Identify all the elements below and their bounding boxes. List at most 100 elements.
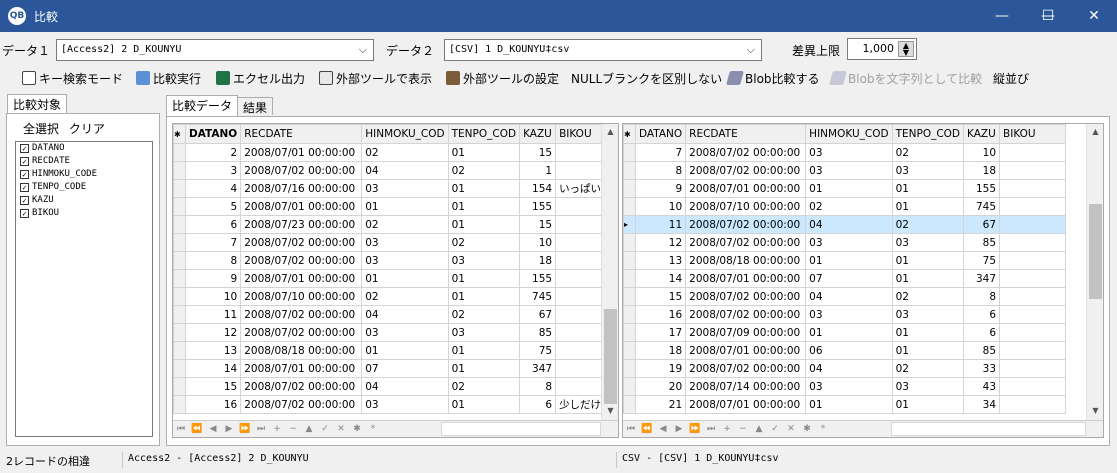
column-checkbox[interactable]: ✓ RECDATE xyxy=(16,155,152,168)
table-cell[interactable]: 2008/08/18 00:00:00 xyxy=(240,341,363,360)
table-cell[interactable]: 2008/07/14 00:00:00 xyxy=(685,377,807,396)
table-cell[interactable]: 01 xyxy=(447,269,521,288)
table-cell[interactable]: 8 xyxy=(519,377,557,396)
table-cell[interactable]: 2008/07/01 00:00:00 xyxy=(240,269,363,288)
row-selector[interactable] xyxy=(173,269,186,288)
table-cell[interactable]: 15 xyxy=(184,377,242,396)
right-data-grid[interactable]: ✱ DATANO RECDATE HINMOKU_COD TENPO_COD KAZU BI… xyxy=(622,123,1104,438)
table-cell[interactable]: 12 xyxy=(634,233,687,252)
table-cell[interactable]: 2008/07/02 00:00:00 xyxy=(685,287,807,306)
right-vertical-scrollbar[interactable]: ▲ ▼ xyxy=(1086,124,1103,421)
table-cell[interactable]: 07 xyxy=(805,269,893,288)
table-cell[interactable]: 6 xyxy=(963,305,1001,324)
row-selector[interactable] xyxy=(173,233,186,252)
table-cell[interactable]: 11 xyxy=(184,305,242,324)
table-cell[interactable]: 2008/07/09 00:00:00 xyxy=(685,323,807,342)
table-cell[interactable]: 01 xyxy=(891,341,965,360)
column-header[interactable]: HINMOKU_COD xyxy=(361,124,449,144)
table-cell[interactable]: 04 xyxy=(805,287,893,306)
table-cell[interactable]: 85 xyxy=(519,323,557,342)
table-cell[interactable]: 03 xyxy=(361,179,449,198)
table-row[interactable]: 8 2008/07/02 00:00:00 03 03 18 xyxy=(173,251,616,270)
table-row[interactable]: 16 2008/07/02 00:00:00 03 01 6 少しだけ xyxy=(173,395,616,414)
table-row[interactable]: 14 2008/07/01 00:00:00 07 01 347 xyxy=(173,359,616,378)
table-row[interactable]: 12 2008/07/02 00:00:00 03 03 85 xyxy=(173,323,616,342)
table-cell[interactable]: 03 xyxy=(805,377,893,396)
column-header[interactable]: DATANO xyxy=(184,124,242,144)
right-horizontal-scrollbar[interactable] xyxy=(891,422,1086,436)
table-cell[interactable]: 2008/07/01 00:00:00 xyxy=(240,359,363,378)
table-cell[interactable] xyxy=(999,179,1067,198)
table-cell[interactable]: 03 xyxy=(805,161,893,180)
column-checkbox[interactable]: ✓ HINMOKU_CODE xyxy=(16,168,152,181)
row-selector[interactable] xyxy=(623,341,636,360)
table-cell[interactable]: 10 xyxy=(634,197,687,216)
table-cell[interactable] xyxy=(999,395,1067,414)
table-cell[interactable]: 11 xyxy=(634,215,687,234)
compare-button[interactable]: 比較実行 xyxy=(136,70,201,87)
checkbox-icon[interactable]: ✓ xyxy=(20,183,29,192)
edit-icon[interactable]: ▲ xyxy=(301,421,317,437)
table-cell[interactable]: 2008/07/01 00:00:00 xyxy=(240,197,363,216)
column-header[interactable]: RECDATE xyxy=(240,124,363,144)
table-cell[interactable]: 2008/07/02 00:00:00 xyxy=(685,143,807,162)
checkbox-icon[interactable]: ✓ xyxy=(20,209,29,218)
table-cell[interactable]: 2008/07/02 00:00:00 xyxy=(240,233,363,252)
table-row[interactable]: 19 2008/07/02 00:00:00 04 02 33 xyxy=(623,359,1067,378)
table-row[interactable]: 13 2008/08/18 00:00:00 01 01 75 xyxy=(623,251,1067,270)
delete-icon[interactable]: − xyxy=(285,421,301,437)
maximize-icon[interactable]: ☐ xyxy=(1025,0,1071,32)
table-row[interactable]: 9 2008/07/01 00:00:00 01 01 155 xyxy=(623,179,1067,198)
prev-record-icon[interactable]: ◀ xyxy=(655,421,671,437)
column-header[interactable]: TENPO_COD xyxy=(891,124,965,144)
table-cell[interactable]: 85 xyxy=(963,233,1001,252)
table-cell[interactable]: 01 xyxy=(447,215,521,234)
blob-compare-button[interactable]: Blob比較する xyxy=(726,70,820,87)
prev-record-icon[interactable]: ◀ xyxy=(205,421,221,437)
edit-icon[interactable]: ▲ xyxy=(751,421,767,437)
table-cell[interactable]: 2008/07/01 00:00:00 xyxy=(685,179,807,198)
table-row[interactable]: 13 2008/08/18 00:00:00 01 01 75 xyxy=(173,341,616,360)
table-cell[interactable] xyxy=(999,251,1067,270)
table-cell[interactable]: 18 xyxy=(519,251,557,270)
table-cell[interactable]: 8 xyxy=(634,161,687,180)
null-blank-toggle[interactable]: NULLブランクを区別しない xyxy=(571,70,722,87)
post-icon[interactable]: ✓ xyxy=(317,421,333,437)
table-cell[interactable] xyxy=(999,143,1067,162)
column-header[interactable]: HINMOKU_COD xyxy=(805,124,893,144)
last-record-icon[interactable]: ⏭ xyxy=(703,421,719,437)
table-cell[interactable]: 03 xyxy=(361,395,449,414)
table-cell[interactable]: 2008/07/02 00:00:00 xyxy=(685,359,807,378)
prev-page-icon[interactable]: ⏪ xyxy=(639,421,655,437)
table-row[interactable]: ▸ 11 2008/07/02 00:00:00 04 02 67 xyxy=(623,215,1067,234)
table-cell[interactable]: 9 xyxy=(634,179,687,198)
row-selector[interactable] xyxy=(623,395,636,414)
select-all-cell[interactable]: ✱ xyxy=(623,124,636,144)
table-cell[interactable]: 02 xyxy=(447,377,521,396)
table-row[interactable]: 8 2008/07/02 00:00:00 03 03 18 xyxy=(623,161,1067,180)
column-checkbox[interactable]: ✓ TENPO_CODE xyxy=(16,181,152,194)
filter-icon[interactable]: * xyxy=(365,421,381,437)
table-cell[interactable]: 02 xyxy=(361,143,449,162)
table-cell[interactable]: 01 xyxy=(361,341,449,360)
table-cell[interactable]: 04 xyxy=(361,377,449,396)
table-cell[interactable]: 2008/07/01 00:00:00 xyxy=(685,269,807,288)
table-cell[interactable]: 03 xyxy=(805,305,893,324)
refresh-icon[interactable]: ✱ xyxy=(799,421,815,437)
table-cell[interactable]: 01 xyxy=(447,179,521,198)
table-cell[interactable]: 12 xyxy=(184,323,242,342)
table-cell[interactable] xyxy=(999,269,1067,288)
refresh-icon[interactable]: ✱ xyxy=(349,421,365,437)
row-selector[interactable] xyxy=(173,323,186,342)
row-selector[interactable] xyxy=(173,395,186,414)
table-cell[interactable]: 02 xyxy=(361,215,449,234)
filter-icon[interactable]: * xyxy=(815,421,831,437)
insert-icon[interactable]: + xyxy=(269,421,285,437)
row-selector[interactable] xyxy=(623,143,636,162)
table-cell[interactable]: 01 xyxy=(805,179,893,198)
table-cell[interactable]: 03 xyxy=(891,161,965,180)
table-cell[interactable]: 2008/07/01 00:00:00 xyxy=(685,341,807,360)
table-cell[interactable]: 8 xyxy=(963,287,1001,306)
table-cell[interactable]: 2008/07/02 00:00:00 xyxy=(685,161,807,180)
table-cell[interactable]: 2008/07/01 00:00:00 xyxy=(685,395,807,414)
